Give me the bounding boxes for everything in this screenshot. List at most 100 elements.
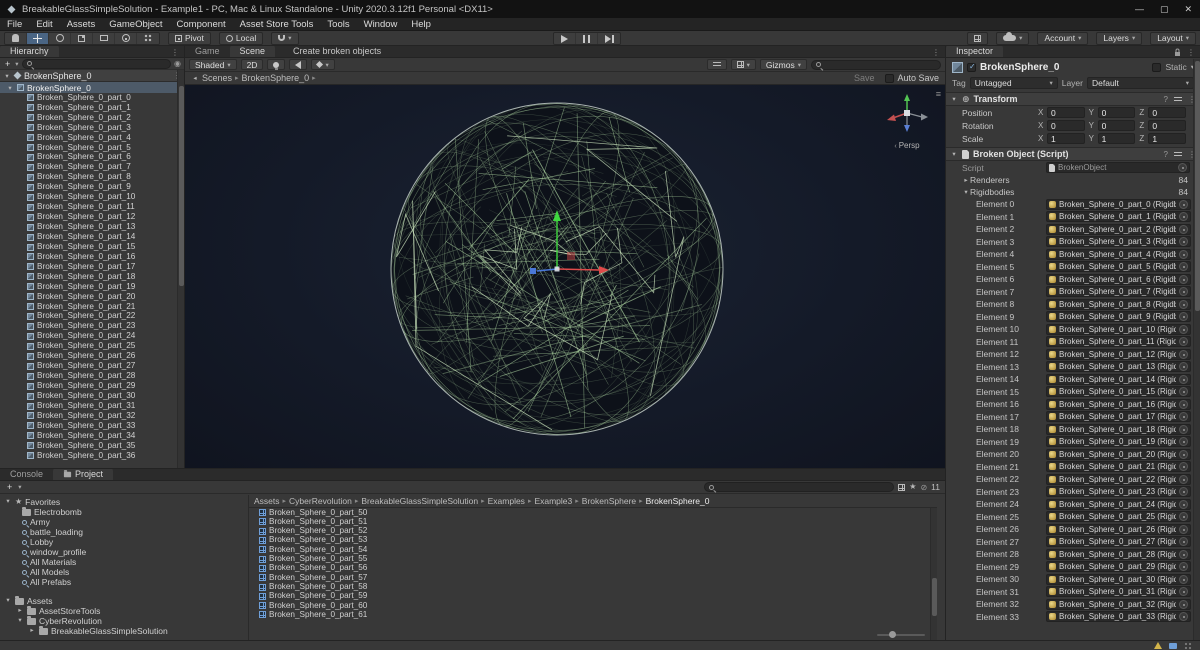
asset-item[interactable]: Broken_Sphere_0_part_57 — [249, 573, 937, 582]
menu-item[interactable]: File — [0, 18, 29, 30]
custom-tools-button[interactable] — [137, 33, 159, 44]
hierarchy-item[interactable]: Broken_Sphere_0_part_35 — [0, 441, 184, 451]
menu-item[interactable]: Asset Store Tools — [233, 18, 321, 30]
menu-item[interactable]: Window — [357, 18, 405, 30]
create-object-button[interactable]: + — [3, 59, 12, 69]
chevron-down-icon[interactable]: ▾ — [4, 498, 12, 507]
breadcrumb-item[interactable]: Scenes ▸ — [202, 73, 239, 83]
hierarchy-item[interactable]: Broken_Sphere_0_part_14 — [0, 232, 184, 242]
asset-item[interactable]: Broken_Sphere_0_part_60 — [249, 601, 937, 610]
object-reference-field[interactable]: Broken_Sphere_0_part_19 (Rigidbody) — [1046, 436, 1191, 447]
lighting-toggle[interactable] — [267, 59, 285, 70]
renderers-foldout[interactable]: ▸ Renderers 84 — [946, 174, 1200, 186]
breadcrumb-item[interactable]: Assets ▸ — [254, 496, 286, 506]
chevron-right-icon[interactable]: ▸ — [28, 627, 36, 636]
object-reference-field[interactable]: Broken_Sphere_0_part_28 (Rigidbody) — [1046, 549, 1191, 560]
hierarchy-item[interactable]: Broken_Sphere_0_part_36 — [0, 451, 184, 461]
object-picker-icon[interactable] — [1179, 462, 1188, 471]
audio-toggle[interactable] — [289, 59, 307, 70]
object-reference-field[interactable]: Broken_Sphere_0_part_7 (Rigidbody) — [1046, 286, 1191, 297]
breadcrumb-item[interactable]: CyberRevolution ▸ — [289, 496, 358, 506]
layout-dropdown[interactable]: Layout▾ — [1150, 32, 1196, 45]
eye-icon[interactable]: ◉ — [174, 59, 181, 68]
object-reference-field[interactable]: Broken_Sphere_0_part_15 (Rigidbody) — [1046, 386, 1191, 397]
object-reference-field[interactable]: Broken_Sphere_0_part_4 (Rigidbody) — [1046, 249, 1191, 260]
inspector-scrollbar[interactable] — [1193, 59, 1200, 640]
menu-item[interactable]: Assets — [60, 18, 103, 30]
z-value-field[interactable]: 0 — [1148, 107, 1186, 118]
hierarchy-item[interactable]: Broken_Sphere_0_part_9 — [0, 182, 184, 192]
hierarchy-item[interactable]: Broken_Sphere_0_part_11 — [0, 202, 184, 212]
breadcrumb-item[interactable]: Examples ▸ — [488, 496, 532, 506]
tool-settings-button[interactable] — [707, 59, 727, 70]
hierarchy-item[interactable]: Broken_Sphere_0_part_27 — [0, 361, 184, 371]
hand-tool-button[interactable] — [5, 33, 27, 44]
help-icon[interactable]: ? — [1164, 95, 1168, 104]
pause-button[interactable] — [576, 33, 598, 44]
hierarchy-item[interactable]: Broken_Sphere_0_part_6 — [0, 153, 184, 163]
draw-mode-dropdown[interactable]: Shaded▾ — [189, 59, 237, 70]
object-reference-field[interactable]: Broken_Sphere_0_part_5 (Rigidbody) — [1046, 261, 1191, 272]
active-checkbox[interactable] — [967, 63, 976, 72]
asset-item[interactable]: Broken_Sphere_0_part_61 — [249, 610, 937, 619]
favorites-header[interactable]: ▾ ★ Favorites — [0, 497, 248, 507]
account-dropdown[interactable]: Account▾ — [1037, 32, 1088, 45]
presets-icon[interactable] — [1174, 96, 1182, 103]
2d-toggle[interactable]: 2D — [241, 59, 264, 70]
object-picker-icon[interactable] — [1179, 562, 1188, 571]
effects-dropdown[interactable]: ▾ — [311, 59, 334, 70]
scrollbar-thumb[interactable] — [932, 578, 937, 616]
hierarchy-item[interactable]: Broken_Sphere_0_part_30 — [0, 391, 184, 401]
search-by-type-icon[interactable] — [898, 484, 905, 491]
object-reference-field[interactable]: Broken_Sphere_0_part_16 (Rigidbody) — [1046, 399, 1191, 410]
breadcrumb-item[interactable]: BrokenSphere ▸ — [582, 496, 643, 506]
layers-dropdown[interactable]: Layers▾ — [1096, 32, 1142, 45]
favorites-item[interactable]: All Materials — [0, 557, 248, 567]
object-reference-field[interactable]: Broken_Sphere_0_part_2 (Rigidbody) — [1046, 224, 1191, 235]
hierarchy-search-input[interactable] — [22, 59, 171, 69]
object-picker-icon[interactable] — [1179, 250, 1188, 259]
grid-snap-button[interactable]: ▾ — [271, 32, 298, 45]
panel-menu-icon[interactable]: ⋮ — [1187, 48, 1195, 57]
object-reference-field[interactable]: Broken_Sphere_0_part_1 (Rigidbody) — [1046, 211, 1191, 222]
chevron-down-icon[interactable]: ▾ — [16, 617, 24, 626]
x-value-field[interactable]: 0 — [1047, 120, 1085, 131]
create-asset-button[interactable]: + — [5, 482, 14, 492]
x-value-field[interactable]: 0 — [1047, 107, 1085, 118]
auto-save-checkbox[interactable] — [885, 74, 894, 83]
chevron-down-icon[interactable]: ▾ — [3, 72, 11, 80]
hierarchy-item[interactable]: Broken_Sphere_0_part_21 — [0, 302, 184, 312]
collab-button[interactable]: ▾ — [996, 32, 1029, 45]
hierarchy-item[interactable]: Broken_Sphere_0_part_26 — [0, 351, 184, 361]
asset-item[interactable]: Broken_Sphere_0_part_59 — [249, 592, 937, 601]
favorites-item[interactable]: Electrobomb — [0, 507, 248, 517]
object-picker-icon[interactable] — [1179, 375, 1188, 384]
object-picker-icon[interactable] — [1179, 237, 1188, 246]
hierarchy-item[interactable]: Broken_Sphere_0_part_22 — [0, 312, 184, 322]
tab-hierarchy[interactable]: Hierarchy — [0, 46, 59, 57]
hierarchy-root-item[interactable]: ▾ BrokenSphere_0 — [0, 82, 184, 93]
object-reference-field[interactable]: Broken_Sphere_0_part_0 (Rigidbody) — [1046, 199, 1191, 210]
scene-header-row[interactable]: ▾ BrokenSphere_0 ⋮ — [0, 70, 184, 82]
chevron-down-icon[interactable]: ▾ — [950, 95, 958, 103]
viewport-menu-icon[interactable]: ≡ — [936, 89, 941, 99]
hierarchy-item[interactable]: Broken_Sphere_0_part_31 — [0, 401, 184, 411]
message-icon[interactable] — [1169, 643, 1177, 649]
breadcrumb-item[interactable]: Example3 ▸ — [534, 496, 578, 506]
object-picker-icon[interactable] — [1179, 225, 1188, 234]
asset-item[interactable]: Broken_Sphere_0_part_53 — [249, 536, 937, 545]
rotate-tool-button[interactable] — [49, 33, 71, 44]
object-name-field[interactable]: BrokenSphere_0 — [980, 62, 1059, 73]
object-picker-icon[interactable] — [1179, 612, 1188, 621]
object-picker-icon[interactable] — [1179, 337, 1188, 346]
object-reference-field[interactable]: Broken_Sphere_0_part_24 (Rigidbody) — [1046, 499, 1191, 510]
scrollbar-thumb[interactable] — [179, 86, 184, 286]
chevron-right-icon[interactable]: ▸ — [16, 607, 24, 616]
scene-viewport[interactable]: ≡ ‹Persp — [185, 85, 945, 468]
object-reference-field[interactable]: Broken_Sphere_0_part_22 (Rigidbody) — [1046, 474, 1191, 485]
hierarchy-item[interactable]: Broken_Sphere_0_part_13 — [0, 222, 184, 232]
project-search-input[interactable] — [704, 482, 894, 492]
object-picker-icon[interactable] — [1179, 262, 1188, 271]
breadcrumb-item[interactable]: BrokenSphere_0 ▸ — [242, 73, 316, 83]
presets-icon[interactable] — [1174, 151, 1182, 158]
